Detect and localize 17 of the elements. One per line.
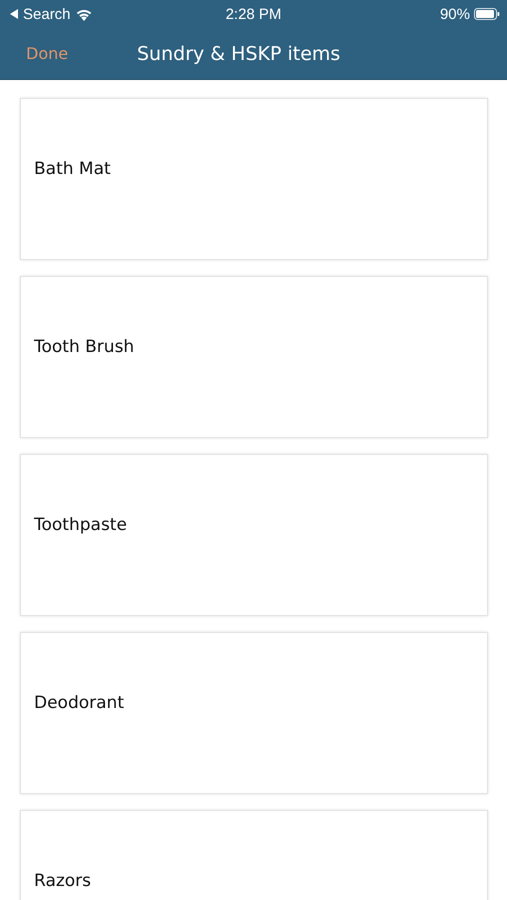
item-label: Tooth Brush	[34, 337, 134, 357]
status-time: 2:28 PM	[226, 6, 282, 22]
item-label: Deodorant	[34, 693, 124, 713]
wifi-icon	[74, 8, 93, 20]
battery-icon	[474, 8, 500, 20]
back-link[interactable]: Search	[23, 6, 71, 22]
item-label: Razors	[34, 871, 92, 891]
battery-percentage: 90%	[440, 6, 470, 22]
item-card[interactable]: Bath Mat	[20, 98, 488, 260]
item-card[interactable]: Toothpaste	[20, 454, 488, 616]
item-label: Toothpaste	[34, 515, 127, 535]
back-icon[interactable]	[10, 9, 19, 19]
item-card[interactable]: Razors	[20, 810, 488, 900]
item-label: Bath Mat	[34, 159, 111, 179]
item-card[interactable]: Tooth Brush	[20, 276, 488, 438]
item-card[interactable]: Deodorant	[20, 632, 488, 794]
screen-title: Sundry & HSKP items	[137, 42, 340, 64]
